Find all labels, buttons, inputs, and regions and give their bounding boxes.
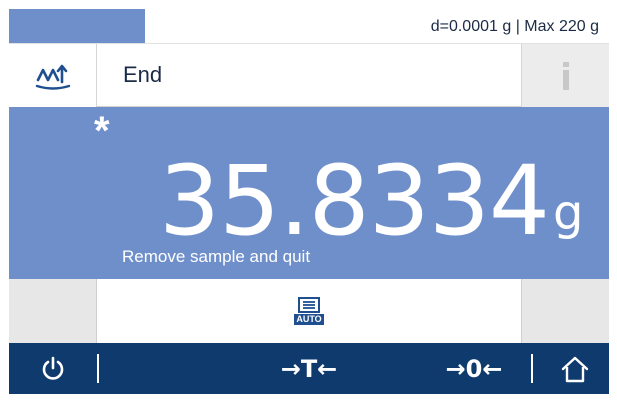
stability-asterisk: * [94,109,110,153]
readability-capacity-label: d=0.0001 g | Max 220 g [430,18,599,35]
auto-print-button[interactable]: AUTO [97,279,521,343]
method-title: End [123,62,163,87]
power-icon [42,356,64,380]
tare-button[interactable]: →T← [264,343,354,394]
zero-icon: →0← [445,354,503,383]
weight-display: * 35.8334 g Remove sample and quit [9,107,609,279]
home-icon [561,356,589,382]
auto-badge: AUTO [294,314,324,325]
method-header: End [9,43,609,107]
home-button[interactable] [549,343,601,394]
weighing-method-icon [35,64,70,90]
tare-icon: →T← [280,354,338,383]
info-button[interactable] [521,44,609,107]
power-button[interactable] [27,343,79,394]
auto-print-icon: AUTO [294,297,324,325]
instruction-message: Remove sample and quit [122,247,311,266]
softkey-row: AUTO [9,279,609,343]
balance-screen: d=0.0001 g | Max 220 g End * 35.8334 g R… [9,9,609,394]
softkey-right[interactable] [521,279,609,343]
bottom-navigation: →T← →0← [9,343,609,394]
weight-unit: g [553,185,584,241]
softkey-left[interactable] [9,279,97,343]
status-bar: d=0.0001 g | Max 220 g [9,9,609,43]
zero-button[interactable]: →0← [429,343,519,394]
status-accent-block [9,9,145,43]
info-icon [562,61,569,90]
weighing-method-button[interactable] [9,44,97,107]
nav-divider-left [97,354,99,383]
nav-divider-right [531,354,533,383]
weight-value: 35.8334 [159,145,550,257]
